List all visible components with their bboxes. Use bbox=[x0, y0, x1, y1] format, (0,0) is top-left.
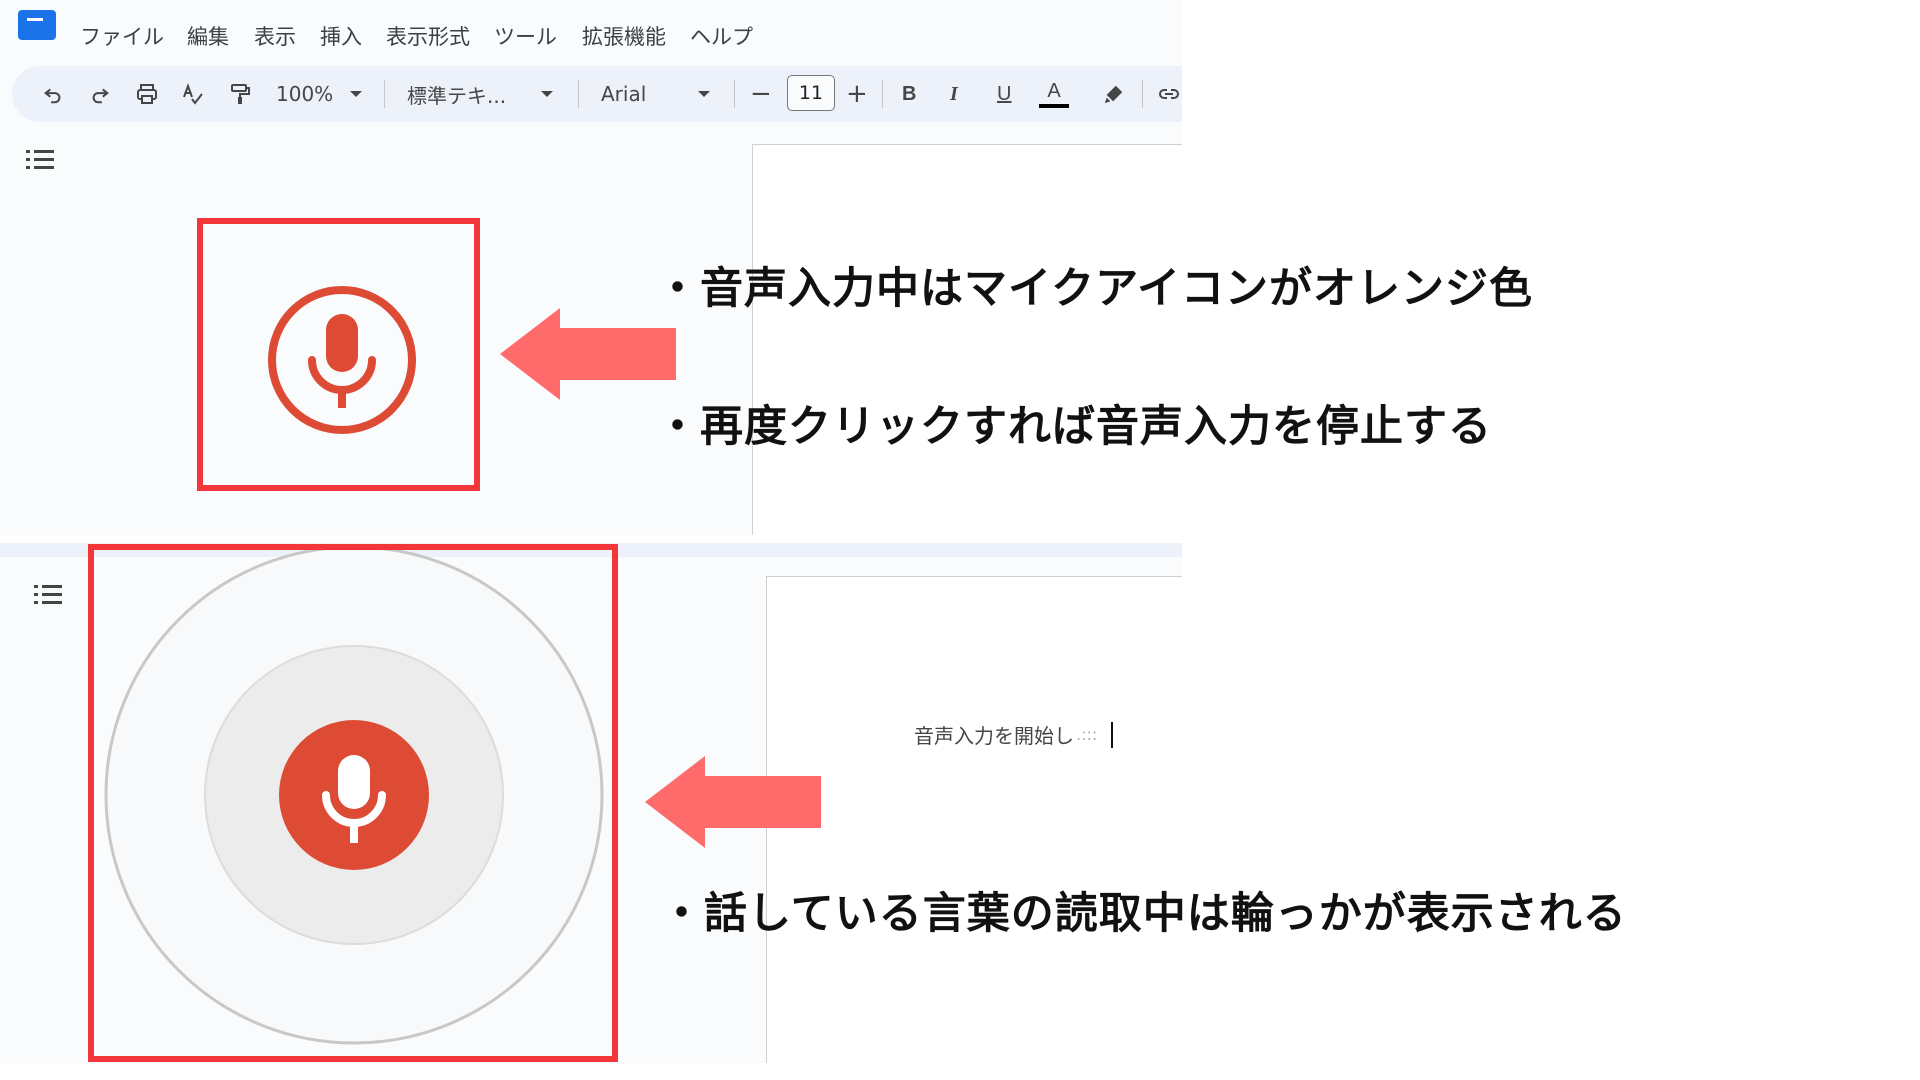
toolbar-divider bbox=[578, 80, 579, 108]
dictation-text-value: 音声入力を開始し bbox=[914, 724, 1074, 748]
toolbar-divider bbox=[882, 80, 883, 108]
menu-tools[interactable]: ツール bbox=[494, 21, 557, 51]
undo-icon[interactable] bbox=[36, 66, 70, 122]
font-select[interactable]: Arial bbox=[601, 66, 646, 122]
menu-help[interactable]: ヘルプ bbox=[690, 21, 753, 51]
decrease-font-size-button[interactable]: − bbox=[750, 66, 772, 122]
document-page[interactable] bbox=[752, 144, 1182, 535]
font-caret-icon[interactable] bbox=[698, 91, 710, 97]
bold-button[interactable]: B bbox=[902, 66, 916, 122]
italic-button[interactable]: I bbox=[950, 66, 958, 122]
menu-format[interactable]: 表示形式 bbox=[386, 21, 470, 51]
dictation-text: 音声入力を開始し .::: bbox=[914, 720, 1114, 749]
document-page[interactable] bbox=[766, 576, 1182, 1063]
spellcheck-icon[interactable] bbox=[175, 66, 211, 122]
paragraph-style-select[interactable]: 標準テキ... bbox=[407, 66, 506, 122]
dictation-ellipsis: .::: bbox=[1076, 725, 1098, 744]
callout-click-to-stop: ・再度クリックすれば音声入力を停止する bbox=[656, 402, 1492, 452]
text-cursor bbox=[1111, 721, 1114, 748]
callout-ring-while-reading: ・話している言葉の読取中は輪っかが表示される bbox=[660, 889, 1627, 939]
toolbar-divider bbox=[734, 80, 735, 108]
highlighter-icon[interactable] bbox=[1097, 66, 1131, 122]
font-size-input[interactable]: 11 bbox=[787, 75, 835, 111]
toolbar-divider bbox=[1142, 80, 1143, 108]
zoom-caret-icon[interactable] bbox=[350, 91, 362, 97]
link-icon[interactable] bbox=[1152, 66, 1182, 122]
menu-extensions[interactable]: 拡張機能 bbox=[582, 21, 666, 51]
menu-edit[interactable]: 編集 bbox=[187, 21, 229, 51]
style-caret-icon[interactable] bbox=[541, 91, 553, 97]
pointer-arrow-top bbox=[500, 308, 676, 400]
callout-mic-orange: ・音声入力中はマイクアイコンがオレンジ色 bbox=[656, 264, 1533, 314]
docs-logo-icon[interactable] bbox=[18, 10, 56, 40]
menu-bar: ファイル 編集 表示 挿入 表示形式 ツール 拡張機能 ヘルプ bbox=[0, 0, 1182, 64]
zoom-select[interactable]: 100% bbox=[276, 66, 333, 122]
menu-insert[interactable]: 挿入 bbox=[320, 21, 362, 51]
outline-list-icon[interactable] bbox=[34, 584, 62, 606]
tutorial-image: ファイル 編集 表示 挿入 表示形式 ツール 拡張機能 ヘルプ 100% 標準テ… bbox=[0, 0, 1920, 1080]
menu-view[interactable]: 表示 bbox=[254, 21, 296, 51]
toolbar-divider bbox=[384, 80, 385, 108]
text-color-button[interactable]: A bbox=[1036, 66, 1072, 122]
underline-button[interactable]: U bbox=[997, 66, 1011, 122]
paint-format-icon[interactable] bbox=[222, 66, 258, 122]
text-color-label: A bbox=[1047, 79, 1061, 102]
redo-icon[interactable] bbox=[83, 66, 117, 122]
menu-file[interactable]: ファイル bbox=[80, 21, 164, 51]
highlight-box-bottom bbox=[88, 544, 618, 1062]
text-color-swatch bbox=[1039, 103, 1069, 108]
highlight-box-top bbox=[197, 218, 480, 491]
increase-font-size-button[interactable]: + bbox=[846, 66, 868, 122]
toolbar: 100% 標準テキ... Arial − + B I U A bbox=[12, 66, 1182, 122]
pointer-arrow-bottom bbox=[645, 756, 821, 848]
outline-list-icon[interactable] bbox=[26, 149, 54, 171]
print-icon[interactable] bbox=[129, 66, 165, 122]
